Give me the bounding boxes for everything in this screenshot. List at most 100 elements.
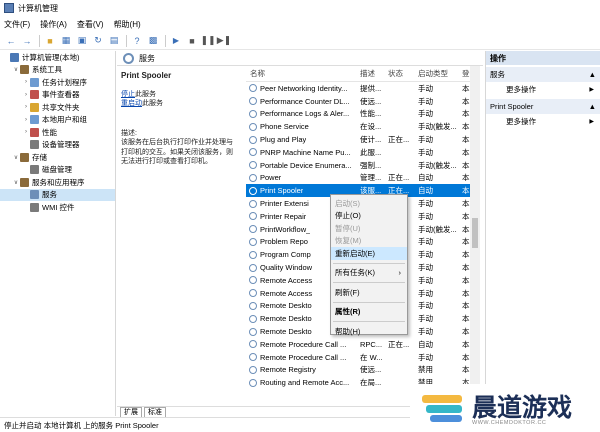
service-row[interactable]: Performance Logs & Aler... 性能... 手动本 <box>246 108 478 121</box>
show-hide-tree-icon[interactable]: ▦ <box>59 34 73 48</box>
restart-service-icon[interactable]: ▶❚ <box>217 34 231 48</box>
service-row[interactable]: Remote Procedure Call ... RPC... 正在... 自动本 <box>246 338 478 351</box>
service-row[interactable]: Power 管理... 正在... 自动本 <box>246 172 478 185</box>
more-actions-item[interactable]: 更多操作 ▶ <box>486 82 600 97</box>
stop-service-icon[interactable]: ■ <box>185 34 199 48</box>
forward-arrow-icon[interactable]: → <box>20 34 34 48</box>
service-gear-icon <box>249 135 257 144</box>
more-actions-item[interactable]: 更多操作 ▶ <box>486 114 600 129</box>
collapse-chevron-icon[interactable]: › <box>22 129 30 135</box>
service-name-cell: Peer Networking Identity... <box>246 84 356 93</box>
tree-item[interactable]: › 性能 <box>0 126 115 139</box>
expand-chevron-icon[interactable]: ∨ <box>12 179 20 186</box>
help-icon[interactable]: ? <box>130 34 144 48</box>
collapse-arrow-icon: ▲ <box>588 70 596 79</box>
tree-item[interactable]: ∨ 服务和应用程序 <box>0 176 115 189</box>
properties-icon[interactable]: ▣ <box>75 34 89 48</box>
tree-item[interactable]: ∨ 存储 <box>0 151 115 164</box>
tab-standard[interactable]: 标准 <box>144 407 166 417</box>
service-row[interactable]: PNRP Machine Name Pu... 此服... 手动本 <box>246 146 478 159</box>
menu-item[interactable]: 查看(V) <box>77 19 104 30</box>
expand-chevron-icon[interactable]: ∨ <box>12 66 20 73</box>
service-startup-type: 禁用 <box>418 365 433 375</box>
service-description: 使远... <box>360 365 382 375</box>
tree-item[interactable]: WMI 控件 <box>0 201 115 214</box>
column-header-description[interactable]: 描述 <box>356 68 384 79</box>
menu-item[interactable]: 帮助(H) <box>114 19 141 30</box>
service-row[interactable]: Remote Procedure Call ... 在 W... 手动本 <box>246 351 478 364</box>
list-scrollbar[interactable] <box>470 66 480 406</box>
window-title: 计算机管理 <box>18 3 58 13</box>
restart-service-link[interactable]: 重启动 <box>121 100 142 107</box>
service-description: 在设... <box>360 122 382 132</box>
service-name: Problem Repo <box>260 237 308 247</box>
column-header-startup-type[interactable]: 启动类型 <box>414 68 458 79</box>
collapse-chevron-icon[interactable]: › <box>22 92 30 98</box>
back-arrow-icon[interactable]: ← <box>4 34 18 48</box>
up-folder-icon[interactable]: ■ <box>43 34 57 48</box>
service-name-cell: Phone Service <box>246 122 356 131</box>
context-menu-label: 启动(S) <box>335 198 360 208</box>
column-header-name[interactable]: 名称 <box>246 68 356 79</box>
submenu-arrow-icon: ▶ <box>589 119 594 125</box>
navigation-tree: 计算机管理(本地) ∨ 系统工具 › 任务计划程序 › 事件查看器 › 共享文件夹 › 本地用户和组… <box>0 51 116 416</box>
tree-item[interactable]: 磁盘管理 <box>0 164 115 177</box>
service-description: 性能... <box>360 109 382 119</box>
pause-service-icon[interactable]: ❚❚ <box>200 34 215 48</box>
tree-item-label: 任务计划程序 <box>42 77 87 87</box>
action-pane-icon[interactable]: ▩ <box>146 34 160 48</box>
selected-service-title: Print Spooler <box>121 71 172 80</box>
tab-extended[interactable]: 扩展 <box>120 407 142 417</box>
tree-item[interactable]: › 本地用户和组 <box>0 114 115 127</box>
refresh-icon[interactable]: ↻ <box>91 34 105 48</box>
tree-item[interactable]: 设备管理器 <box>0 139 115 152</box>
service-startup-type: 手动 <box>418 327 433 337</box>
service-row[interactable]: Plug and Play 使计... 正在... 手动本 <box>246 133 478 146</box>
collapse-chevron-icon[interactable]: › <box>22 104 30 110</box>
collapse-chevron-icon[interactable]: › <box>22 117 30 123</box>
context-menu-label: 重新启动(E) <box>335 248 375 258</box>
context-menu-item[interactable]: 属性(R) <box>331 306 407 319</box>
service-name: Program Comp <box>260 250 311 260</box>
menu-item[interactable]: 文件(F) <box>4 19 30 30</box>
stop-service-link[interactable]: 停止 <box>121 91 135 98</box>
tree-item-label: 存储 <box>32 152 47 162</box>
menu-item[interactable]: 操作(A) <box>40 19 67 30</box>
tree-item-label: 事件查看器 <box>42 90 80 100</box>
expand-chevron-icon[interactable]: ∨ <box>12 154 20 161</box>
tree-node-icon <box>30 102 39 112</box>
context-menu-label: 属性(R) <box>335 307 361 317</box>
tree-item[interactable]: 服务 <box>0 188 115 201</box>
tree-item[interactable]: › 事件查看器 <box>0 89 115 102</box>
actions-section-print-spooler[interactable]: Print Spooler ▲ <box>486 99 600 114</box>
scrollbar-thumb[interactable] <box>472 218 478 248</box>
service-name: PrintWorkflow_ <box>260 224 311 234</box>
column-header-status[interactable]: 状态 <box>384 68 414 79</box>
service-startup-type: 手动 <box>418 275 433 285</box>
context-menu-label: 恢复(M) <box>335 236 362 246</box>
actions-title: 操作 <box>486 51 600 65</box>
service-row[interactable]: Performance Counter DL... 使远... 手动本 <box>246 95 478 108</box>
service-row[interactable]: Portable Device Enumera... 强制... 手动(触发... 本 <box>246 159 478 172</box>
tree-item[interactable]: ∨ 系统工具 <box>0 64 115 77</box>
menu-separator <box>333 321 405 322</box>
tree-item[interactable]: 计算机管理(本地) <box>0 51 115 64</box>
service-startup-type: 自动 <box>418 186 433 196</box>
service-row[interactable]: Remote Registry 使远... 禁用本 <box>246 364 478 377</box>
context-menu-item[interactable]: 停止(O) <box>331 210 407 223</box>
context-menu-item[interactable]: 刷新(F) <box>331 286 407 299</box>
tree-item[interactable]: › 任务计划程序 <box>0 76 115 89</box>
context-menu-item[interactable]: 帮助(H) <box>331 325 407 338</box>
service-name: Performance Logs & Aler... <box>260 109 350 119</box>
service-row[interactable]: Peer Networking Identity... 提供... 手动本 <box>246 82 478 95</box>
service-row[interactable]: Phone Service 在设... 手动(触发... 本 <box>246 120 478 133</box>
actions-section-services[interactable]: 服务 ▲ <box>486 67 600 82</box>
tree-item[interactable]: › 共享文件夹 <box>0 101 115 114</box>
brand-logo-icon <box>422 391 466 425</box>
context-menu-item[interactable]: 重新启动(E) <box>331 247 407 260</box>
export-list-icon[interactable]: ▤ <box>107 34 121 48</box>
context-menu-item[interactable]: 所有任务(K) › <box>331 267 407 280</box>
service-name: Phone Service <box>260 122 309 132</box>
collapse-chevron-icon[interactable]: › <box>22 79 30 85</box>
start-service-icon[interactable]: ▶ <box>169 34 183 48</box>
